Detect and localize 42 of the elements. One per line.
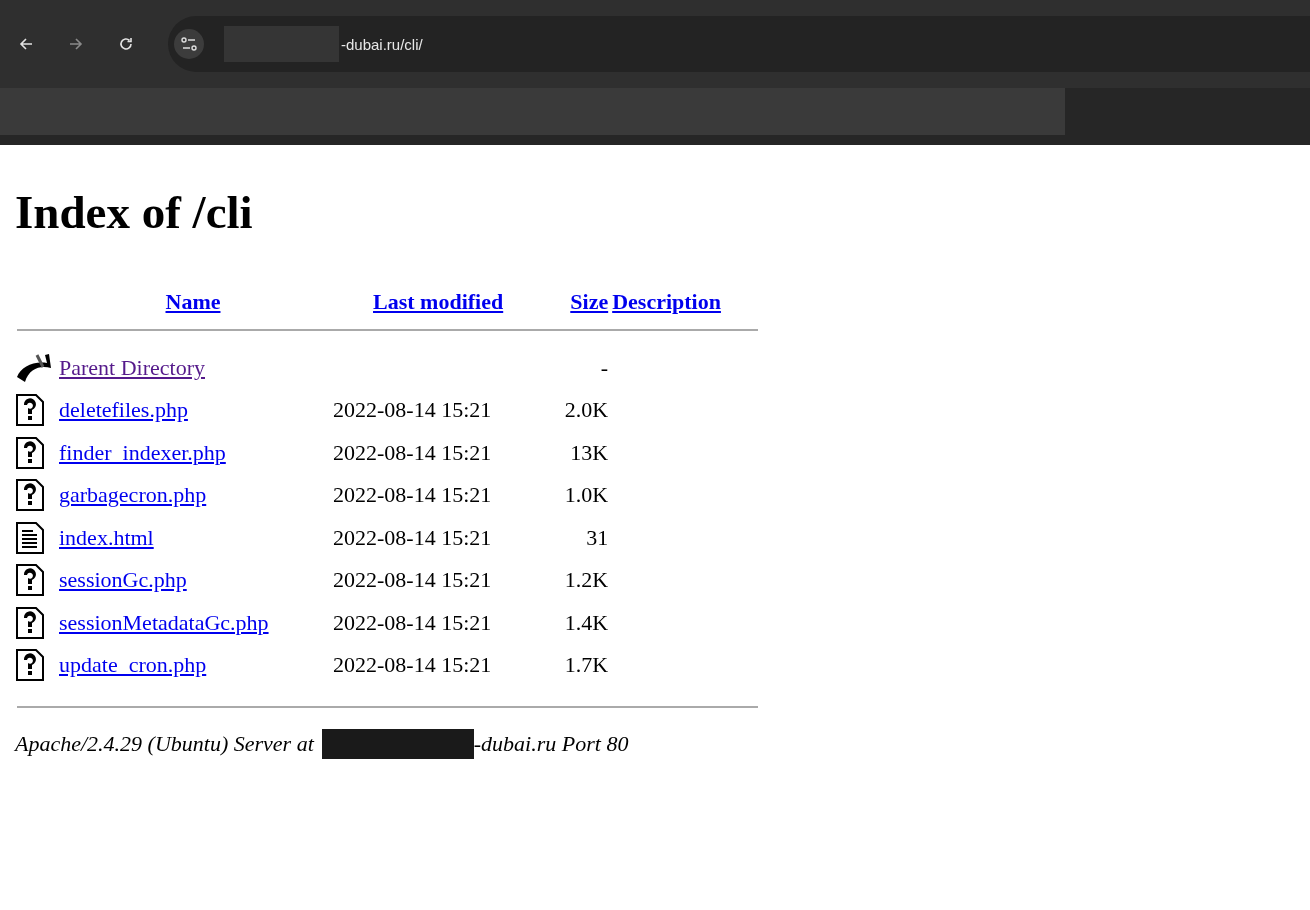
- column-sort-link[interactable]: Name: [165, 288, 221, 314]
- site-settings-icon[interactable]: [174, 29, 204, 59]
- file-link[interactable]: deletefiles.php: [59, 397, 188, 423]
- modified-date: 2022-08-14 15:21: [333, 524, 492, 550]
- file-size: 2.0K: [564, 397, 609, 423]
- modified-date: 2022-08-14 15:21: [333, 609, 492, 635]
- file-size: 1.0K: [564, 482, 609, 508]
- file-link[interactable]: finder_indexer.php: [59, 439, 226, 465]
- file-size: 1.4K: [564, 609, 609, 635]
- server-signature: -dubai.ru Port 80: [473, 731, 629, 758]
- server-signature: Apache/2.4.29 (Ubuntu) Server at: [15, 731, 314, 758]
- back-icon[interactable]: [18, 36, 34, 52]
- file-size: 13K: [570, 439, 609, 465]
- page-title: Index of /cli: [15, 187, 254, 239]
- text-file-icon: [15, 520, 45, 555]
- modified-date: 2022-08-14 15:21: [333, 397, 492, 423]
- unknown-file-icon: [15, 435, 45, 470]
- reload-icon[interactable]: [118, 36, 134, 52]
- modified-date: 2022-08-14 15:21: [333, 482, 492, 508]
- file-size: 1.7K: [564, 652, 609, 678]
- column-sort-link[interactable]: Last modified: [373, 288, 504, 314]
- file-size: 1.2K: [564, 567, 609, 593]
- unknown-file-icon: [15, 648, 45, 683]
- address-bar[interactable]: -dubai.ru/cli/: [168, 16, 1310, 72]
- file-link[interactable]: update_cron.php: [59, 652, 207, 678]
- column-sort-link[interactable]: Description: [612, 288, 721, 314]
- unknown-file-icon: [15, 393, 45, 428]
- file-link[interactable]: Parent Directory: [59, 354, 205, 380]
- file-link[interactable]: garbagecron.php: [59, 482, 207, 508]
- file-link[interactable]: index.html: [59, 524, 154, 550]
- modified-date: 2022-08-14 15:21: [333, 567, 492, 593]
- modified-date: 2022-08-14 15:21: [333, 652, 492, 678]
- unknown-file-icon: [15, 605, 45, 640]
- file-link[interactable]: sessionGc.php: [59, 567, 187, 593]
- unknown-file-icon: [15, 478, 45, 513]
- file-link[interactable]: sessionMetadataGc.php: [59, 609, 269, 635]
- unknown-file-icon: [15, 563, 45, 598]
- modified-date: 2022-08-14 15:21: [333, 439, 492, 465]
- file-size: -: [600, 354, 609, 380]
- column-sort-link[interactable]: Size: [570, 288, 609, 314]
- url-text: -dubai.ru/cli/: [341, 35, 423, 53]
- file-size: 31: [586, 524, 609, 550]
